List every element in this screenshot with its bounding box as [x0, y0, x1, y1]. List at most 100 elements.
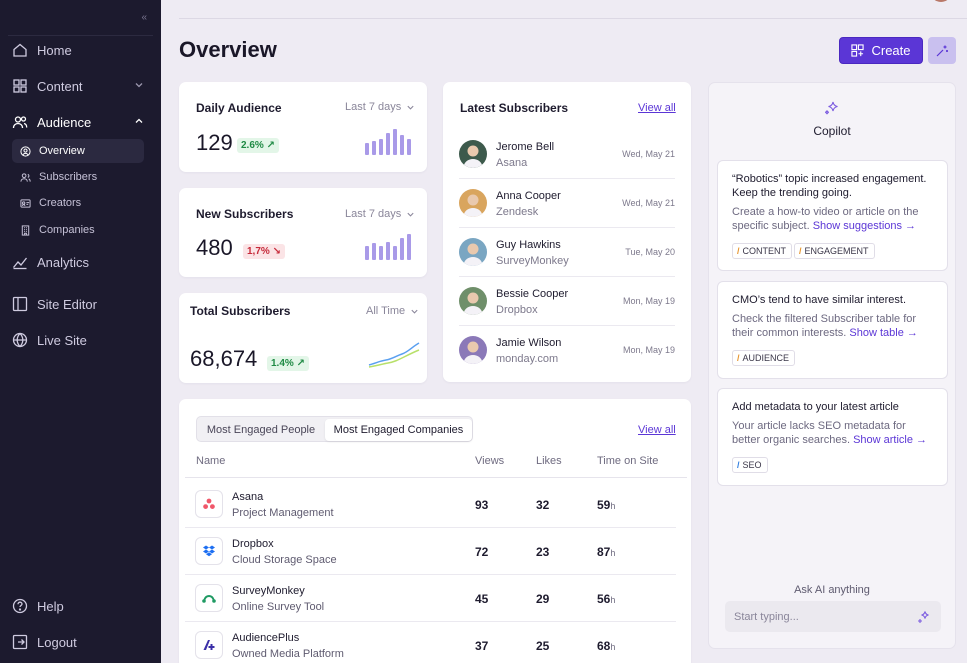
chevrons-left-icon[interactable]: « — [141, 12, 147, 23]
avatar[interactable] — [930, 0, 952, 2]
time-on-site-cell: 87h — [597, 545, 615, 559]
avatar — [459, 336, 487, 364]
subscriber-company: Zendesk — [496, 206, 539, 218]
building-icon — [21, 224, 30, 236]
show-article-link[interactable]: Show article → — [853, 434, 927, 446]
tag-content[interactable]: / CONTENT — [732, 243, 793, 259]
add-grid-icon — [851, 44, 865, 57]
views-cell: 37 — [475, 639, 489, 653]
insight-title: “Robotics” topic increased engagement. K… — [732, 173, 927, 199]
likes-cell: 29 — [536, 592, 550, 606]
subscriber-name[interactable]: Jerome Bell — [496, 141, 554, 153]
insight-body: Create a how-to video or article on the … — [732, 205, 937, 233]
insight-card[interactable]: Add metadata to your latest article Your… — [717, 388, 948, 486]
column-header-views[interactable]: Views — [475, 455, 504, 467]
sidebar-item-logout[interactable]: Logout — [0, 628, 161, 656]
sidebar-item-help[interactable]: Help — [0, 592, 161, 620]
company-description: Cloud Storage Space — [232, 554, 337, 566]
tag-audience[interactable]: / AUDIENCE — [732, 350, 796, 366]
range-dropdown[interactable]: Last 7 days — [345, 101, 415, 113]
sidebar-item-home[interactable]: Home — [0, 36, 161, 64]
time-unit: h — [610, 642, 616, 652]
likes-cell: 25 — [536, 639, 550, 653]
company-description: Online Survey Tool — [232, 601, 325, 613]
ask-ai-label: Ask AI anything — [794, 584, 870, 596]
view-all-link[interactable]: View all — [638, 102, 676, 114]
sidebar-subitem-overview[interactable]: Overview — [12, 139, 144, 163]
time-on-site-cell: 68h — [597, 639, 615, 653]
globe-icon — [12, 332, 28, 348]
mini-bar — [393, 129, 397, 155]
create-button[interactable]: Create — [839, 37, 923, 64]
chevron-down-icon — [407, 212, 414, 217]
table-header-divider — [185, 477, 687, 478]
page-title: Overview — [179, 37, 277, 62]
subscriber-row[interactable]: Anna Cooper Zendesk Wed, May 21 — [459, 179, 675, 228]
column-header-time-on-site[interactable]: Time on Site — [597, 455, 658, 467]
insight-card[interactable]: CMO’s tend to have similar interest. Che… — [717, 281, 948, 379]
company-name[interactable]: Asana — [232, 491, 263, 503]
card-title: New Subscribers — [196, 207, 294, 221]
company-name[interactable]: AudiencePlus — [232, 632, 299, 644]
insight-card[interactable]: “Robotics” topic increased engagement. K… — [717, 160, 948, 271]
subscriber-company: Dropbox — [496, 304, 538, 316]
avatar — [459, 189, 487, 217]
company-name[interactable]: Dropbox — [232, 538, 274, 550]
subscriber-row[interactable]: Jamie Wilson monday.com Mon, May 19 — [459, 326, 675, 375]
tab-most-engaged-companies[interactable]: Most Engaged Companies — [325, 419, 472, 441]
company-description: Project Management — [232, 507, 334, 519]
person-avatar-icon — [463, 145, 483, 168]
column-header-name[interactable]: Name — [196, 455, 225, 467]
sidebar-subitem-subscribers[interactable]: Subscribers — [12, 165, 144, 189]
sidebar-subitem-label: Overview — [39, 145, 85, 157]
sidebar-item-site-editor[interactable]: Site Editor — [0, 290, 161, 318]
subscriber-row[interactable]: Bessie Cooper Dropbox Mon, May 19 — [459, 277, 675, 326]
help-icon — [12, 598, 28, 614]
show-suggestions-link[interactable]: Show suggestions → — [813, 220, 916, 232]
id-card-icon — [20, 198, 31, 208]
table-row[interactable]: Asana Project Management 93 32 59h — [185, 481, 676, 528]
tab-most-engaged-people[interactable]: Most Engaged People — [199, 419, 323, 441]
engaged-table-card: Most Engaged People Most Engaged Compani… — [179, 399, 691, 663]
ai-magic-button[interactable] — [928, 37, 956, 64]
subscriber-company: Asana — [496, 157, 528, 169]
company-name[interactable]: SurveyMonkey — [232, 585, 305, 597]
view-all-link[interactable]: View all — [638, 424, 676, 436]
sidebar-subitem-companies[interactable]: Companies — [12, 218, 144, 242]
table-row[interactable]: Dropbox Cloud Storage Space 72 23 87h — [185, 528, 676, 575]
grid-icon — [13, 79, 27, 93]
table-row[interactable]: SurveyMonkey Online Survey Tool 45 29 56h — [185, 575, 676, 622]
sparkline-chart — [368, 342, 420, 368]
column-header-likes[interactable]: Likes — [536, 455, 562, 467]
table-row[interactable]: AudiencePlus Owned Media Platform 37 25 68h — [185, 622, 676, 663]
copilot-panel: Copilot “Robotics” topic increased engag… — [708, 82, 956, 649]
create-button-label: Create — [871, 43, 911, 58]
avatar — [459, 140, 487, 168]
subscriber-row[interactable]: Guy Hawkins SurveyMonkey Tue, May 20 — [459, 228, 675, 277]
sidebar-item-label: Help — [37, 598, 64, 614]
sparkle-send-icon[interactable] — [917, 610, 931, 624]
time-value: 59 — [597, 498, 611, 512]
mini-bar — [386, 242, 390, 260]
subscriber-name[interactable]: Anna Cooper — [496, 190, 561, 202]
copilot-chat-input[interactable] — [725, 601, 941, 632]
sidebar-item-live-site[interactable]: Live Site — [0, 326, 161, 354]
person-avatar-icon — [463, 243, 483, 266]
sidebar-item-analytics[interactable]: Analytics — [0, 248, 161, 276]
show-table-link[interactable]: Show table → — [849, 327, 917, 339]
sidebar-item-content[interactable]: Content — [0, 72, 161, 100]
time-unit: h — [610, 595, 616, 605]
sidebar-item-audience[interactable]: Audience — [0, 108, 161, 136]
subscriber-row[interactable]: Jerome Bell Asana Wed, May 21 — [459, 130, 675, 179]
views-cell: 45 — [475, 592, 489, 606]
mini-bar-chart — [365, 129, 411, 155]
analytics-icon — [12, 257, 28, 270]
subscriber-name[interactable]: Jamie Wilson — [496, 337, 561, 349]
subscriber-name[interactable]: Bessie Cooper — [496, 288, 568, 300]
sidebar-subitem-creators[interactable]: Creators — [12, 191, 144, 215]
tag-engagement[interactable]: / ENGAGEMENT — [794, 243, 875, 259]
tag-seo[interactable]: / SEO — [732, 457, 768, 473]
range-dropdown[interactable]: All Time — [366, 305, 419, 317]
subscriber-name[interactable]: Guy Hawkins — [496, 239, 561, 251]
range-dropdown[interactable]: Last 7 days — [345, 208, 415, 220]
